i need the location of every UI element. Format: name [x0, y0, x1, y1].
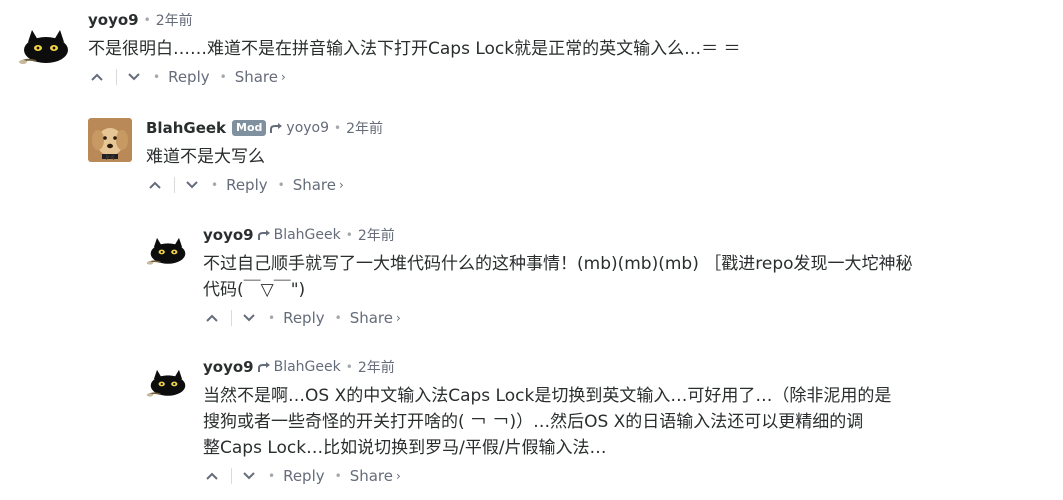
- comment-meta: yoyo9 BlahGeek • 2年前: [203, 225, 395, 245]
- reply-arrow-icon: [270, 122, 284, 134]
- parent-author-link[interactable]: BlahGeek: [274, 359, 341, 375]
- chevron-right-icon: ›: [396, 311, 401, 325]
- comment-text: 不是很明白……难道不是在拼音输入法下打开Caps Lock就是正常的英文输入么……: [88, 39, 741, 59]
- downvote-icon[interactable]: [183, 176, 201, 194]
- comment-actions: • Reply • Share ›: [203, 307, 1023, 329]
- chevron-right-icon: ›: [396, 469, 401, 483]
- reply-button[interactable]: Reply: [283, 467, 325, 485]
- share-button[interactable]: Share: [235, 68, 278, 86]
- cat-avatar-icon: [146, 237, 186, 265]
- downvote-icon[interactable]: [240, 467, 258, 485]
- share-button[interactable]: Share: [350, 309, 393, 327]
- downvote-icon[interactable]: [240, 309, 258, 327]
- timestamp[interactable]: 2年前: [358, 225, 395, 245]
- cat-avatar-icon: [19, 30, 68, 64]
- reply-arrow-icon: [257, 229, 272, 241]
- comment-actions: • Reply • Share ›: [146, 174, 966, 196]
- upvote-icon[interactable]: [203, 467, 221, 485]
- comment-actions: • Reply • Share ›: [88, 66, 988, 88]
- avatar[interactable]: [146, 367, 194, 415]
- chevron-right-icon: ›: [339, 178, 344, 192]
- parent-author-link[interactable]: yoyo9: [286, 120, 329, 136]
- upvote-icon[interactable]: [203, 309, 221, 327]
- upvote-icon[interactable]: [88, 68, 106, 86]
- author-name[interactable]: yoyo9: [88, 11, 139, 29]
- comment-actions: • Reply • Share ›: [203, 465, 1023, 487]
- timestamp[interactable]: 2年前: [346, 118, 383, 138]
- chevron-right-icon: ›: [281, 70, 286, 84]
- share-button[interactable]: Share: [293, 176, 336, 194]
- dog-avatar-icon: [88, 118, 132, 162]
- reply-arrow-icon: [257, 361, 272, 373]
- author-name[interactable]: yoyo9: [203, 226, 254, 244]
- comment-text: 难道不是大写么: [146, 147, 265, 167]
- parent-author-link[interactable]: BlahGeek: [274, 227, 341, 243]
- mod-badge: Mod: [232, 120, 267, 136]
- avatar[interactable]: [88, 118, 132, 162]
- author-name[interactable]: BlahGeek: [146, 119, 226, 137]
- comment-text: 当然不是啊…OS X的中文输入法Caps Lock是切换到英文输入…可好用了…（…: [203, 386, 892, 458]
- downvote-icon[interactable]: [125, 68, 143, 86]
- timestamp[interactable]: 2年前: [156, 10, 193, 30]
- upvote-icon[interactable]: [146, 176, 164, 194]
- timestamp[interactable]: 2年前: [358, 357, 395, 377]
- comment-meta: yoyo9 BlahGeek • 2年前: [203, 357, 395, 377]
- reply-button[interactable]: Reply: [226, 176, 268, 194]
- avatar[interactable]: [146, 235, 194, 283]
- comment-meta: BlahGeek Mod yoyo9 • 2年前: [146, 118, 384, 138]
- reply-button[interactable]: Reply: [168, 68, 210, 86]
- share-button[interactable]: Share: [350, 467, 393, 485]
- comment-meta: yoyo9 • 2年前: [88, 10, 193, 30]
- comment-text: 不过自己顺手就写了一大堆代码什么的这种事情！(mb)(mb)(mb) ［戳进re…: [203, 254, 913, 300]
- cat-avatar-icon: [146, 369, 186, 397]
- reply-button[interactable]: Reply: [283, 309, 325, 327]
- avatar[interactable]: [18, 28, 68, 76]
- author-name[interactable]: yoyo9: [203, 358, 254, 376]
